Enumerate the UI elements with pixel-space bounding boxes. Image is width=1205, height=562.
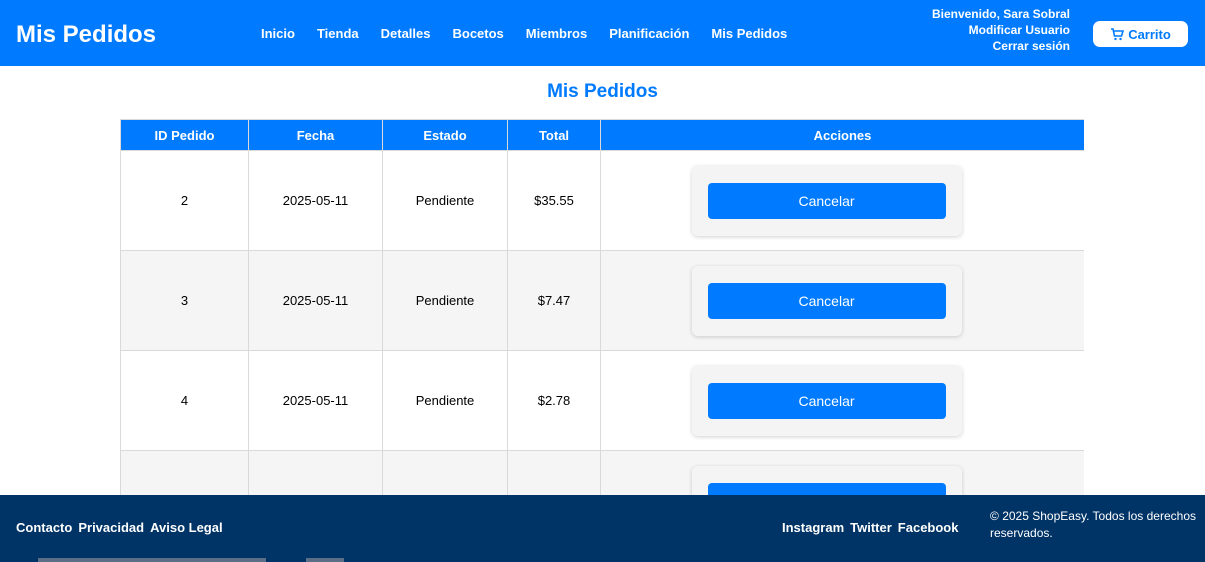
column-header-status: Estado [382, 119, 508, 151]
social-link-twitter[interactable]: Twitter [850, 520, 892, 535]
copyright-text: © 2025 ShopEasy. Todos los derechos rese… [990, 509, 1196, 540]
order-status: Pendiente [382, 450, 508, 495]
page-footer: Contacto Privacidad Aviso Legal Instagra… [0, 495, 1205, 562]
welcome-text: Bienvenido, Sara Sobral [931, 7, 1070, 21]
order-actions: Cancelar [600, 250, 1084, 351]
social-link-instagram[interactable]: Instagram [782, 520, 844, 535]
column-header-date: Fecha [248, 119, 383, 151]
cart-label: Carrito [1128, 26, 1171, 42]
action-card: Cancelar [691, 165, 962, 236]
cart-icon [1111, 27, 1125, 40]
order-status: Pendiente [382, 350, 508, 451]
horizontal-scrollbar-segment[interactable] [306, 558, 344, 562]
modify-user-link[interactable]: Modificar Usuario [932, 22, 1070, 38]
table-row: 4 2025-05-11 Pendiente $2.78 Cancelar [120, 350, 1084, 451]
table-header-row: ID Pedido Fecha Estado Total Acciones [120, 119, 1084, 151]
order-id: 3 [120, 250, 249, 351]
order-date: 2025-05-11 [248, 450, 383, 495]
order-id: 2 [120, 150, 249, 251]
orders-table-container: ID Pedido Fecha Estado Total Acciones 2 … [120, 119, 1084, 495]
order-date: 2025-05-11 [248, 250, 383, 351]
order-total: $7.47 [507, 250, 601, 351]
user-menu: Bienvenido, Sara Sobral Modificar Usuari… [932, 6, 1070, 54]
action-card: Cancelar [691, 465, 962, 495]
order-date: 2025-05-11 [248, 150, 383, 251]
footer-link-privacidad[interactable]: Privacidad [78, 520, 144, 535]
top-navbar: Mis Pedidos Inicio Tienda Detalles Bocet… [0, 0, 1205, 66]
footer-link-contacto[interactable]: Contacto [16, 520, 72, 535]
nav-link-tienda[interactable]: Tienda [317, 26, 359, 42]
logout-link[interactable]: Cerrar sesión [932, 38, 1070, 54]
order-actions: Cancelar [600, 450, 1084, 495]
horizontal-scrollbar[interactable] [38, 558, 266, 562]
column-header-id: ID Pedido [120, 119, 249, 151]
footer-social-links: Instagram Twitter Facebook [782, 520, 958, 535]
order-id: 4 [120, 350, 249, 451]
nav-link-detalles[interactable]: Detalles [381, 26, 431, 42]
nav-link-inicio[interactable]: Inicio [261, 26, 295, 42]
nav-link-bocetos[interactable]: Bocetos [453, 26, 504, 42]
table-row: 3 2025-05-11 Pendiente $7.47 Cancelar [120, 250, 1084, 351]
social-link-facebook[interactable]: Facebook [898, 520, 959, 535]
table-row: 2 2025-05-11 Pendiente $35.55 Cancelar [120, 150, 1084, 251]
column-header-actions: Acciones [600, 119, 1084, 151]
brand-title[interactable]: Mis Pedidos [16, 20, 156, 50]
order-actions: Cancelar [600, 350, 1084, 451]
action-card: Cancelar [691, 265, 962, 336]
cancel-order-button[interactable]: Cancelar [707, 382, 946, 419]
action-card: Cancelar [691, 365, 962, 436]
page-title: Mis Pedidos [547, 81, 658, 102]
order-total: $35.55 [507, 150, 601, 251]
table-row: 5 2025-05-11 Pendiente $9.19 Cancelar [120, 450, 1084, 495]
order-id: 5 [120, 450, 249, 495]
cancel-order-button[interactable]: Cancelar [707, 482, 946, 495]
column-header-total: Total [507, 119, 601, 151]
cart-button[interactable]: Carrito [1093, 21, 1188, 47]
cancel-order-button[interactable]: Cancelar [707, 182, 946, 219]
order-total: $2.78 [507, 350, 601, 451]
nav-link-planificacion[interactable]: Planificación [609, 26, 689, 42]
footer-links: Contacto Privacidad Aviso Legal [16, 520, 223, 535]
cancel-order-button[interactable]: Cancelar [707, 282, 946, 319]
orders-table: ID Pedido Fecha Estado Total Acciones 2 … [120, 119, 1084, 495]
nav-link-miembros[interactable]: Miembros [526, 26, 587, 42]
nav-link-mis-pedidos[interactable]: Mis Pedidos [711, 26, 787, 42]
order-actions: Cancelar [600, 150, 1084, 251]
main-nav: Inicio Tienda Detalles Bocetos Miembros … [261, 26, 809, 42]
footer-link-aviso-legal[interactable]: Aviso Legal [150, 520, 222, 535]
order-total: $9.19 [507, 450, 601, 495]
order-date: 2025-05-11 [248, 350, 383, 451]
order-status: Pendiente [382, 150, 508, 251]
order-status: Pendiente [382, 250, 508, 351]
